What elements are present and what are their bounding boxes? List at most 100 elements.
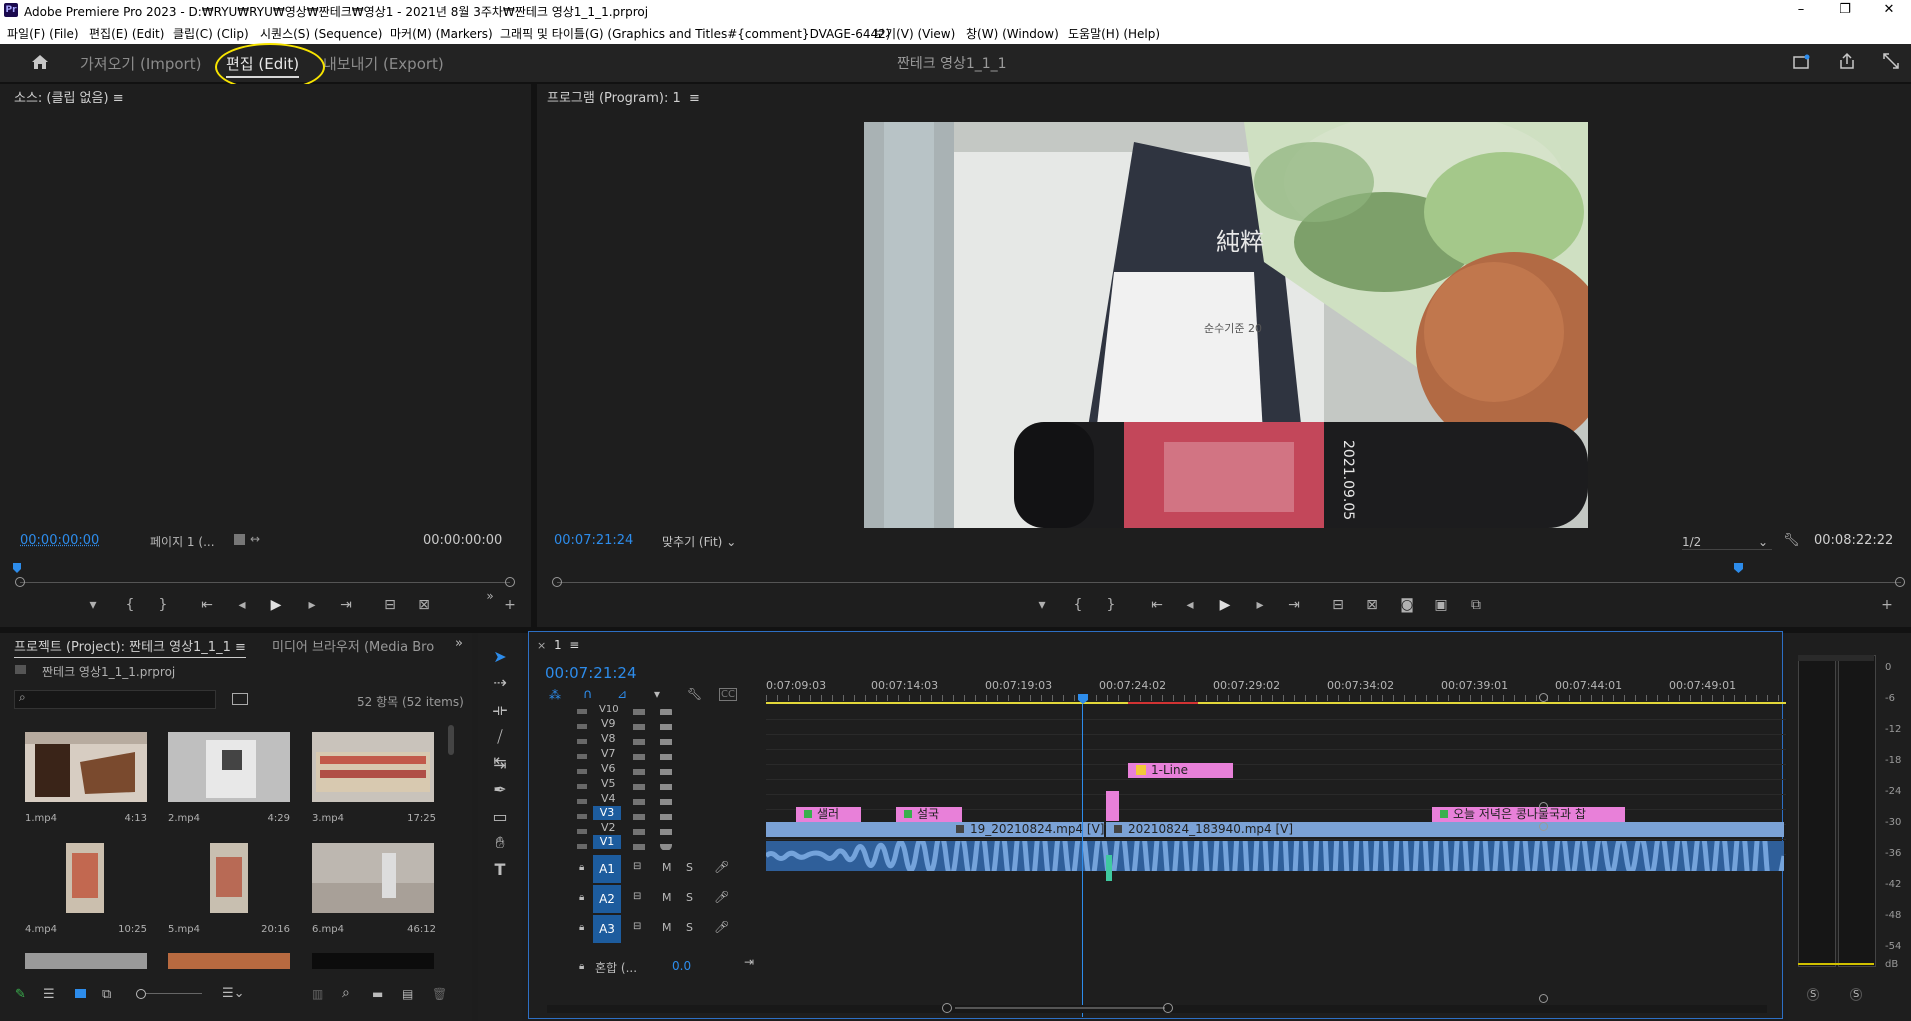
new-search-bin-icon[interactable] (232, 693, 248, 705)
play-icon[interactable]: ▶ (266, 597, 286, 613)
track-select-tool-icon[interactable]: ⇢ (487, 673, 513, 692)
wrench-icon[interactable]: 🔧︎ (1783, 533, 1800, 548)
clip-thumbnail-1[interactable] (25, 732, 147, 802)
automate-icon[interactable]: ▥ (312, 987, 323, 1001)
go-to-out-icon[interactable]: ⇥ (336, 597, 356, 613)
eye-icons[interactable] (660, 705, 672, 851)
lift-icon[interactable]: ⊟ (1328, 597, 1348, 613)
track-area[interactable]: 1-Line 샐러 설국 오늘 저녁은 콩나물국과 찹 19_20210824.… (764, 705, 1787, 1005)
solo-left-button[interactable]: S (1807, 988, 1820, 1001)
video-clip[interactable]: 19_20210824.mp4 [V] (766, 822, 1104, 837)
close-sequence-icon[interactable]: × (537, 639, 546, 652)
zoom-handle[interactable] (1539, 802, 1548, 811)
mix-volume-value[interactable]: 0.0 (672, 959, 691, 973)
more-tabs-icon[interactable]: » (455, 636, 463, 651)
selection-tool-icon[interactable]: ➤ (487, 647, 513, 666)
settings-icon[interactable] (234, 534, 245, 545)
play-icon[interactable]: ▶ (1215, 597, 1235, 613)
lock-icon[interactable]: 🔒︎ (579, 922, 584, 933)
zoom-handle[interactable] (1539, 693, 1548, 702)
quick-export-icon[interactable] (1793, 54, 1811, 70)
scroll-thumb[interactable] (955, 1007, 1165, 1009)
clip-thumbnail-4[interactable] (66, 843, 104, 913)
microphone-icon[interactable]: 🎤︎ (714, 860, 729, 874)
video-clip[interactable]: 20210824_183940.mp4 [V] (1106, 822, 1784, 837)
list-view-icon[interactable]: ☰ (43, 987, 55, 1002)
project-search-input[interactable] (14, 690, 216, 709)
zoom-handle[interactable] (552, 577, 562, 587)
track-target-a3[interactable]: A3 (593, 915, 621, 943)
scroll-handle-left[interactable] (942, 1003, 952, 1013)
sync-lock-icon[interactable]: ⊟ (633, 891, 641, 902)
share-icon[interactable] (1838, 52, 1856, 70)
project-scrollbar[interactable] (448, 725, 454, 755)
proxy-icon[interactable]: ⧉ (1466, 597, 1486, 613)
source-timecode[interactable]: 00:00:00:00 (20, 533, 99, 548)
program-timecode[interactable]: 00:07:21:24 (554, 533, 633, 548)
playback-resolution-dropdown[interactable]: 1/2 ⌄ (1682, 535, 1772, 550)
source-scrubber[interactable] (20, 582, 510, 583)
clip-thumbnail-8[interactable] (168, 953, 290, 969)
linked-selection-icon[interactable]: ⊿ (617, 687, 627, 701)
media-browser-tab[interactable]: 미디어 브라우저 (Media Bro (272, 636, 434, 655)
menu-markers[interactable]: 마커(M) (Markers) (390, 25, 493, 42)
zoom-handle[interactable] (1539, 822, 1548, 831)
playhead-line[interactable] (1082, 704, 1083, 1017)
add-marker-icon[interactable]: ▾ (654, 687, 660, 701)
overwrite-clip-icon[interactable]: ⊠ (414, 597, 434, 613)
hand-tool-icon[interactable]: ✋︎ (487, 833, 513, 853)
zoom-handle[interactable] (15, 577, 25, 587)
rectangle-tool-icon[interactable]: ▭ (487, 807, 513, 826)
comparison-view-icon[interactable]: ▣ (1431, 597, 1451, 613)
ripple-edit-tool-icon[interactable]: ⟛ (487, 700, 513, 720)
program-scrubber[interactable] (557, 582, 1901, 583)
clip-thumbnail-6[interactable] (312, 843, 434, 913)
sync-lock-icons[interactable] (633, 705, 645, 851)
small-clip[interactable] (1106, 791, 1119, 821)
menu-file[interactable]: 파일(F) (File) (7, 25, 79, 42)
more-icon[interactable]: » (480, 589, 500, 603)
timeline-timecode[interactable]: 00:07:21:24 (545, 664, 637, 682)
solo-button[interactable]: S (686, 861, 693, 874)
go-to-out-icon[interactable]: ⇥ (1284, 597, 1304, 613)
clip-thumbnail-5[interactable] (210, 843, 248, 913)
solo-button[interactable]: S (686, 921, 693, 934)
step-forward-icon[interactable]: ▸ (1250, 597, 1270, 613)
find-icon[interactable]: ⌕ (342, 985, 350, 1001)
add-marker-icon[interactable]: ▾ (83, 597, 103, 613)
zoom-slider[interactable] (146, 993, 202, 994)
zoom-slider-handle[interactable] (136, 989, 146, 999)
freeform-view-icon[interactable]: ⧉ (102, 987, 111, 1002)
panel-menu-icon[interactable]: ≡ (235, 640, 246, 655)
work-area-bar[interactable] (766, 702, 1786, 704)
mark-out-icon[interactable]: } (1101, 597, 1121, 613)
clip-thumbnail-9[interactable] (312, 953, 434, 969)
workspace-import-tab[interactable]: 가져오기 (Import) (80, 53, 201, 74)
mute-button[interactable]: M (662, 921, 672, 934)
go-to-end-icon[interactable]: ⇥ (744, 955, 754, 969)
sort-icon[interactable]: ☰⌄ (222, 986, 245, 1001)
add-marker-icon[interactable]: ▾ (1032, 597, 1052, 613)
menu-clip[interactable]: 클립(C) (Clip) (173, 25, 249, 42)
extract-icon[interactable]: ⊠ (1362, 597, 1382, 613)
caption-clip[interactable]: 오늘 저녁은 콩나물국과 찹 (1432, 807, 1625, 822)
mark-in-icon[interactable]: { (120, 597, 140, 613)
lock-icon[interactable]: 🔒︎ (579, 862, 584, 873)
add-button-icon[interactable]: + (500, 597, 520, 613)
menu-window[interactable]: 창(W) (Window) (966, 25, 1059, 42)
microphone-icon[interactable]: 🎤︎ (714, 920, 729, 934)
trash-icon[interactable]: 🗑︎ (432, 987, 447, 1001)
project-tab[interactable]: 프로젝트 (Project): 짠테크 영상1_1_1 ≡ (14, 636, 246, 658)
panel-menu-icon[interactable]: ≡ (113, 91, 124, 106)
wrench-icon[interactable]: 🔧︎ (687, 687, 702, 701)
insert-clip-icon[interactable]: ⊟ (380, 597, 400, 613)
go-to-in-icon[interactable]: ⇤ (197, 597, 217, 613)
razor-tool-icon[interactable]: ⧸ (487, 727, 513, 747)
track-target-a2[interactable]: A2 (593, 885, 621, 913)
microphone-icon[interactable]: 🎤︎ (714, 890, 729, 904)
fullscreen-icon[interactable] (1882, 52, 1900, 70)
pen-tool-icon[interactable]: ✒ (487, 780, 513, 799)
source-page-select[interactable]: 페이지 1 (... (150, 533, 215, 550)
caption-clip[interactable]: 샐러 (796, 807, 861, 822)
mark-out-icon[interactable]: } (153, 597, 173, 613)
